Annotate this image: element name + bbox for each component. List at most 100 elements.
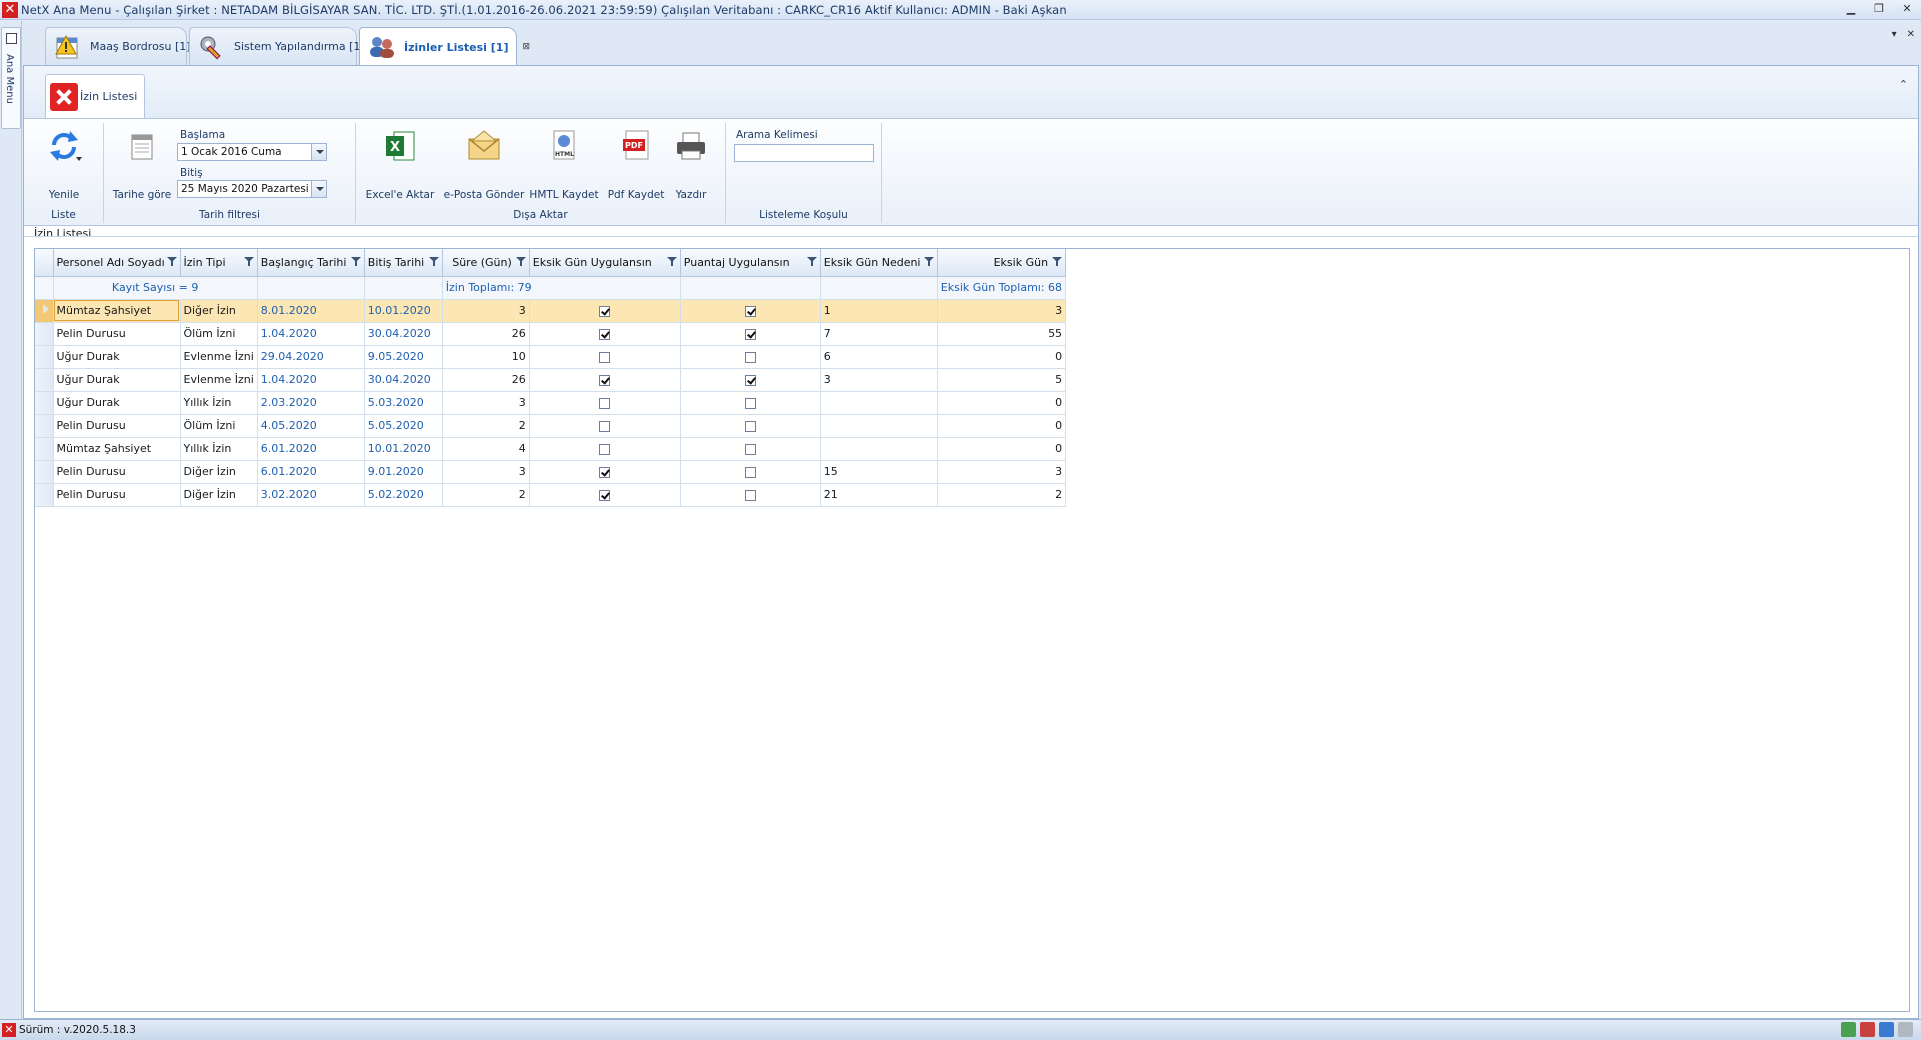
checkbox[interactable]	[599, 351, 611, 363]
cell-reason[interactable]: 21	[820, 483, 938, 507]
cell-start[interactable]: 3.02.2020	[257, 483, 365, 507]
cell-missing[interactable]: 3	[937, 460, 1067, 484]
filter-icon[interactable]	[515, 257, 526, 266]
checkbox[interactable]	[744, 351, 756, 363]
cell-name[interactable]: Pelin Durusu	[53, 414, 181, 438]
cell-reason[interactable]: 1	[820, 299, 938, 323]
cell-start[interactable]: 6.01.2020	[257, 460, 365, 484]
checkbox[interactable]	[599, 420, 611, 432]
ribbon-collapse-icon[interactable]: ⌃	[1899, 78, 1908, 91]
ribbon-tab-izin-listesi[interactable]: İzin Listesi	[45, 74, 145, 118]
cell-days[interactable]: 4	[442, 437, 530, 461]
checkbox[interactable]	[599, 466, 611, 478]
cell-end[interactable]: 10.01.2020	[364, 299, 443, 323]
column-header-name[interactable]: Personel Adı Soyadı	[53, 249, 181, 277]
cell-reason[interactable]: 6	[820, 345, 938, 369]
cell-name[interactable]: Pelin Durusu	[53, 322, 181, 346]
excel-export-button[interactable]: X Excel'e Aktar	[366, 127, 434, 201]
cell-start[interactable]: 1.04.2020	[257, 368, 365, 392]
cell-end[interactable]: 30.04.2020	[364, 322, 443, 346]
checkbox[interactable]	[744, 374, 756, 386]
column-header-end[interactable]: Bitiş Tarihi	[364, 249, 443, 277]
cell-end[interactable]: 9.01.2020	[364, 460, 443, 484]
row-indicator[interactable]	[35, 368, 54, 392]
cell-type[interactable]: Evlenme İzni	[180, 368, 258, 392]
checkbox[interactable]	[599, 397, 611, 409]
column-header-reason[interactable]: Eksik Gün Nedeni	[820, 249, 938, 277]
cell-days[interactable]: 26	[442, 368, 530, 392]
by-date-button[interactable]: Tarihe göre	[112, 127, 172, 201]
minimize-button[interactable]: ▁	[1843, 2, 1859, 16]
table-row[interactable]: Pelin Durusu Diğer İzin 6.01.2020 9.01.2020…	[35, 460, 1067, 484]
row-indicator[interactable]	[35, 460, 54, 484]
cell-missing[interactable]: 0	[937, 437, 1067, 461]
cell-end[interactable]: 10.01.2020	[364, 437, 443, 461]
cell-type[interactable]: Diğer İzin	[180, 483, 258, 507]
cell-end[interactable]: 5.02.2020	[364, 483, 443, 507]
search-input[interactable]	[734, 144, 874, 162]
filter-icon[interactable]	[166, 257, 177, 266]
close-form-icon[interactable]	[50, 82, 78, 111]
table-row[interactable]: Pelin Durusu Ölüm İzni 1.04.2020 30.04.2020…	[35, 322, 1067, 346]
cell-end[interactable]: 5.03.2020	[364, 391, 443, 415]
refresh-button[interactable]: Yenile	[34, 127, 94, 201]
pdf-save-button[interactable]: PDF Pdf Kaydet	[606, 127, 666, 201]
tray-resize-icon[interactable]	[1898, 1022, 1913, 1037]
column-header-days[interactable]: Süre (Gün)	[442, 249, 530, 277]
cell-name[interactable]: Pelin Durusu	[53, 483, 181, 507]
filter-icon[interactable]	[350, 257, 361, 266]
cell-name[interactable]: Uğur Durak	[53, 368, 181, 392]
cell-name[interactable]: Mümtaz Şahsiyet	[53, 437, 181, 461]
cell-name[interactable]: Uğur Durak	[53, 391, 181, 415]
cell-missing[interactable]: 55	[937, 322, 1067, 346]
cell-start[interactable]: 2.03.2020	[257, 391, 365, 415]
filter-icon[interactable]	[243, 257, 254, 266]
chevron-down-icon[interactable]	[311, 181, 326, 197]
cell-type[interactable]: Evlenme İzni	[180, 345, 258, 369]
row-indicator[interactable]	[35, 345, 54, 369]
row-indicator[interactable]	[35, 483, 54, 507]
cell-end[interactable]: 30.04.2020	[364, 368, 443, 392]
checkbox[interactable]	[744, 328, 756, 340]
tab-close-icon[interactable]: ⊠	[522, 42, 530, 52]
cell-reason[interactable]	[820, 437, 938, 461]
start-date-combo[interactable]: 1 Ocak 2016 Cuma	[177, 143, 327, 161]
column-header-puantaj[interactable]: Puantaj Uygulansın	[680, 249, 821, 277]
cell-type[interactable]: Yıllık İzin	[180, 437, 258, 461]
filter-icon[interactable]	[428, 257, 439, 266]
cell-name[interactable]: Uğur Durak	[53, 345, 181, 369]
cell-missing[interactable]: 0	[937, 345, 1067, 369]
column-header-type[interactable]: İzin Tipi	[180, 249, 258, 277]
checkbox[interactable]	[744, 397, 756, 409]
end-date-combo[interactable]: 25 Mayıs 2020 Pazartesi	[177, 180, 327, 198]
cell-reason[interactable]: 7	[820, 322, 938, 346]
cell-type[interactable]: Ölüm İzni	[180, 414, 258, 438]
column-header-start[interactable]: Başlangıç Tarihi	[257, 249, 365, 277]
filter-icon[interactable]	[806, 257, 817, 266]
row-indicator[interactable]	[35, 299, 54, 323]
tab-sistem-yapilandirma[interactable]: Sistem Yapılandırma [1] ⊠	[189, 27, 386, 65]
cell-start[interactable]: 6.01.2020	[257, 437, 365, 461]
cell-missing[interactable]: 0	[937, 414, 1067, 438]
checkbox[interactable]	[599, 328, 611, 340]
checkbox[interactable]	[599, 489, 611, 501]
checkbox[interactable]	[599, 374, 611, 386]
row-indicator[interactable]	[35, 322, 54, 346]
filter-icon[interactable]	[666, 257, 677, 266]
table-row[interactable]: Uğur Durak Evlenme İzni 1.04.2020 30.04.202…	[35, 368, 1067, 392]
checkbox[interactable]	[744, 443, 756, 455]
table-row[interactable]: Pelin Durusu Diğer İzin 3.02.2020 5.02.2020…	[35, 483, 1067, 507]
cell-reason[interactable]	[820, 414, 938, 438]
print-button[interactable]: Yazdır	[666, 127, 716, 201]
cell-days[interactable]: 3	[442, 460, 530, 484]
table-row[interactable]: Pelin Durusu Ölüm İzni 4.05.2020 5.05.2020 2…	[35, 414, 1067, 438]
tabs-close-icon[interactable]: ✕	[1907, 29, 1915, 40]
checkbox[interactable]	[744, 489, 756, 501]
table-row[interactable]: Mümtaz Şahsiyet Yıllık İzin 6.01.2020 10.01…	[35, 437, 1067, 461]
cell-type[interactable]: Diğer İzin	[180, 299, 258, 323]
cell-missing[interactable]: 2	[937, 483, 1067, 507]
ana-menu-dock-button[interactable]: Ana Menu	[1, 27, 21, 129]
cell-days[interactable]: 26	[442, 322, 530, 346]
table-row[interactable]: Uğur Durak Yıllık İzin 2.03.2020 5.03.2020 3…	[35, 391, 1067, 415]
email-send-button[interactable]: e-Posta Gönder	[444, 127, 524, 201]
